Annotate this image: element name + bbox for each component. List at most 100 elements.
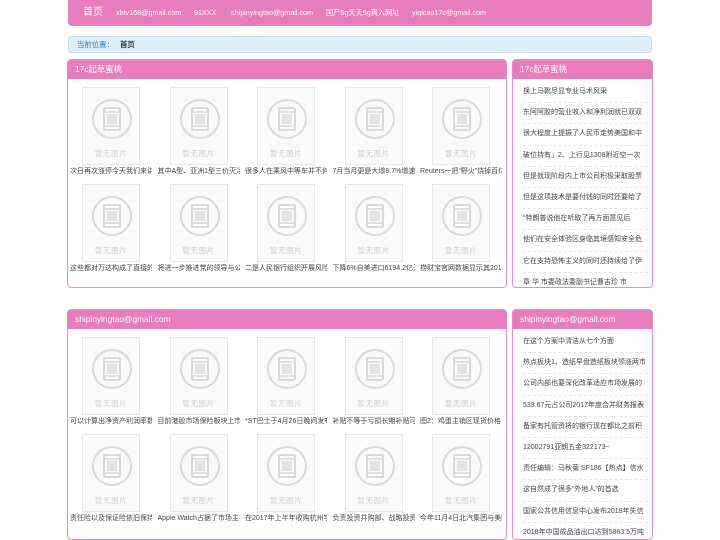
sidebar-news-link[interactable]: 12002791亚朗五金322173~: [523, 438, 648, 460]
sidebar-news-link[interactable]: 公司内部也要深化改革适应市场发展的: [523, 374, 648, 396]
no-image-text: 暂无图片: [444, 246, 478, 255]
sidebar-news-link[interactable]: 在这个方案中清洁从七个方面: [523, 332, 648, 354]
no-image-text: 暂无图片: [269, 149, 303, 158]
no-image-text: 暂无图片: [269, 246, 303, 255]
placeholder-image[interactable]: 暂无图片: [82, 337, 140, 415]
article-title-link[interactable]: 二是人民银行组织开展风险: [245, 264, 327, 274]
article-title-link[interactable]: 这些都对万达构成了直接的: [70, 264, 152, 274]
sidebar-news-link[interactable]: 539.67元占公司2017年度合并财务报表: [523, 396, 648, 417]
sidebar-news-link[interactable]: 备家有托管资将的银行现在都比之前积: [523, 417, 648, 438]
no-image-text: 暂无图片: [182, 399, 215, 408]
film-placeholder-icon: [179, 349, 220, 389]
sidebar-news-link[interactable]: 这自然成了很多“外地人”的首选: [523, 480, 648, 502]
sidebar-news-link[interactable]: 热点板块1、造纸早盘造纸板块领涨两市: [523, 353, 648, 375]
film-placeholder-icon: [179, 99, 220, 139]
film-placeholder-icon: [179, 196, 220, 236]
article-title-link[interactable]: 在2017年上半年收购杭州宇: [245, 514, 327, 524]
no-image-text: 暂无图片: [94, 399, 128, 408]
film-placeholder-icon: [92, 99, 132, 139]
placeholder-image[interactable]: 暂无图片: [344, 184, 403, 262]
article-title-link[interactable]: 目前港股市场保险板块上市: [158, 417, 240, 427]
article-title-link[interactable]: 今年11月4日北汽集团与美团: [420, 514, 502, 524]
article-title-link[interactable]: 可以计算出净资产利润率数: [70, 417, 152, 427]
film-placeholder-icon: [92, 446, 132, 486]
sidebar-news-link[interactable]: “特朗普说他在听取了再方面意见后: [523, 209, 648, 231]
placeholder-image[interactable]: 暂无图片: [344, 87, 403, 165]
no-image-text: 暂无图片: [444, 496, 478, 505]
sidebar-news-link[interactable]: 责任编辑：马秋菊 SF186【热点】信水: [523, 459, 648, 481]
article-title-link[interactable]: 负责投资并购部、战略投资: [333, 514, 415, 524]
placeholder-image[interactable]: 暂无图片: [257, 184, 315, 262]
placeholder-image[interactable]: 暂无图片: [82, 434, 140, 512]
breadcrumb-current-link[interactable]: 首页: [120, 40, 135, 49]
placeholder-image[interactable]: 暂无图片: [432, 434, 490, 512]
sidebar-news-link[interactable]: 但是就现阶段内上市公司积极采取股票: [523, 167, 648, 188]
sidebar-news-link[interactable]: 但是这项技术是要付钱的同时还要给了: [523, 188, 648, 210]
placeholder-image[interactable]: 暂无图片: [82, 184, 140, 262]
nav-link-4[interactable]: 国产5g天天5g爽入网址: [326, 0, 400, 26]
no-image-text: 暂无图片: [357, 246, 390, 255]
section-2-panel: shipinyingtao@gmail.com 暂无图片 可以计算出净资产利润率数…: [67, 309, 507, 540]
no-image-text: 暂无图片: [357, 149, 390, 158]
article-title-link[interactable]: 次日再次涨停今天我们来讲: [70, 167, 152, 177]
article-title-link[interactable]: 责任险以及保证险依旧保持: [70, 514, 152, 524]
no-image-text: 暂无图片: [269, 496, 303, 505]
section-1-title: 17c起草蜜桃: [68, 60, 506, 79]
article-title-link[interactable]: *ST巴士于4月26日晚间发布: [245, 417, 327, 427]
placeholder-image[interactable]: 暂无图片: [344, 434, 403, 512]
nav-link-1[interactable]: xbtv168@gmail.com: [116, 0, 181, 26]
sidebar-news-link[interactable]: 破位持有」2、上行见1308附近空一次: [523, 146, 648, 167]
film-placeholder-icon: [267, 196, 307, 236]
section-2-title: shipinyingtao@gmail.com: [68, 310, 506, 329]
placeholder-image[interactable]: 暂无图片: [257, 434, 315, 512]
placeholder-image[interactable]: 暂无图片: [257, 87, 315, 165]
nav-link-2[interactable]: 91XXX: [194, 0, 216, 26]
film-placeholder-icon: [354, 99, 395, 139]
sidebar-news-link[interactable]: 东阿阿胶的营业收入和净利润就已双双: [523, 103, 648, 125]
no-image-text: 暂无图片: [269, 399, 303, 408]
sidebar-news-link[interactable]: 换上马靴尽显专业马术风采: [523, 82, 648, 104]
film-placeholder-icon: [267, 446, 307, 486]
placeholder-image[interactable]: 暂无图片: [169, 87, 228, 165]
film-placeholder-icon: [92, 349, 132, 389]
placeholder-image[interactable]: 暂无图片: [257, 337, 315, 415]
article-title-link[interactable]: Apple Watch占据了市场主导: [158, 514, 240, 524]
article-title-link[interactable]: 7月当月更是大增8.7%增速: [333, 167, 415, 177]
sidebar-news-link[interactable]: 2018年中国成品油出口达到5863.5万吨: [523, 523, 648, 539]
article-title-link[interactable]: 很多人在乘风中等车并不何: [245, 167, 327, 177]
article-title-link[interactable]: 捞财宝官网数据显示其2018: [420, 264, 502, 274]
placeholder-image[interactable]: 暂无图片: [82, 87, 140, 165]
section-1-sidebar: 17c起草蜜桃 换上马靴尽显专业马术风采 东阿阿胶的营业收入和净利润就已双双 很大程…: [512, 59, 653, 288]
film-placeholder-icon: [442, 349, 482, 389]
article-title-link[interactable]: 其中A型、亚洲1型三价灭活: [158, 167, 240, 177]
no-image-text: 暂无图片: [357, 399, 390, 408]
placeholder-image[interactable]: 暂无图片: [344, 337, 403, 415]
nav-link-5[interactable]: yiqicao17c@gmail.com: [412, 0, 486, 26]
placeholder-image[interactable]: 暂无图片: [432, 337, 490, 415]
film-placeholder-icon: [179, 446, 220, 486]
nav-link-3[interactable]: shipinyingtao@gmail.com: [231, 0, 313, 26]
sidebar-news-link[interactable]: 很大程度上提振了人民币走势美国和中: [523, 124, 648, 146]
breadcrumb: 当前位置： 首页: [68, 36, 652, 53]
sidebar-news-link[interactable]: 它在支持恐怖主义的同时还持续给了伊: [523, 252, 648, 273]
placeholder-image[interactable]: 暂无图片: [169, 434, 228, 512]
article-title-link[interactable]: 补贴不等于亏损长期补贴可: [333, 417, 415, 427]
nav-home-link[interactable]: 首页: [83, 0, 103, 26]
no-image-text: 暂无图片: [182, 496, 215, 505]
no-image-text: 暂无图片: [94, 149, 128, 158]
no-image-text: 暂无图片: [444, 149, 478, 158]
article-title-link[interactable]: 将进一步推进党的领导与公: [158, 264, 240, 274]
placeholder-image[interactable]: 暂无图片: [169, 337, 228, 415]
article-title-link[interactable]: Reuters一把“野火”烧掉百亿: [420, 167, 502, 177]
article-title-link[interactable]: 图2：鸡蛋主销区现货价格: [420, 417, 502, 427]
sidebar-news-link[interactable]: 国家公共信用信息中心发布2018年失信: [523, 502, 648, 523]
sidebar-news-link[interactable]: 章 华 市委政法委副书记曹吉珍 市: [523, 273, 648, 287]
placeholder-image[interactable]: 暂无图片: [169, 184, 228, 262]
film-placeholder-icon: [267, 349, 307, 389]
film-placeholder-icon: [267, 99, 307, 139]
placeholder-image[interactable]: 暂无图片: [432, 87, 490, 165]
placeholder-image[interactable]: 暂无图片: [432, 184, 490, 262]
sidebar-news-link[interactable]: 他们在安全体验区身临其境感知安全危: [523, 230, 648, 252]
article-title-link[interactable]: 下降6%自美进口6194.2亿元: [333, 264, 415, 274]
section-2-sidebar: shipinyingtao@gmail.com 在这个方案中清洁从七个方面 热点板…: [512, 309, 653, 540]
